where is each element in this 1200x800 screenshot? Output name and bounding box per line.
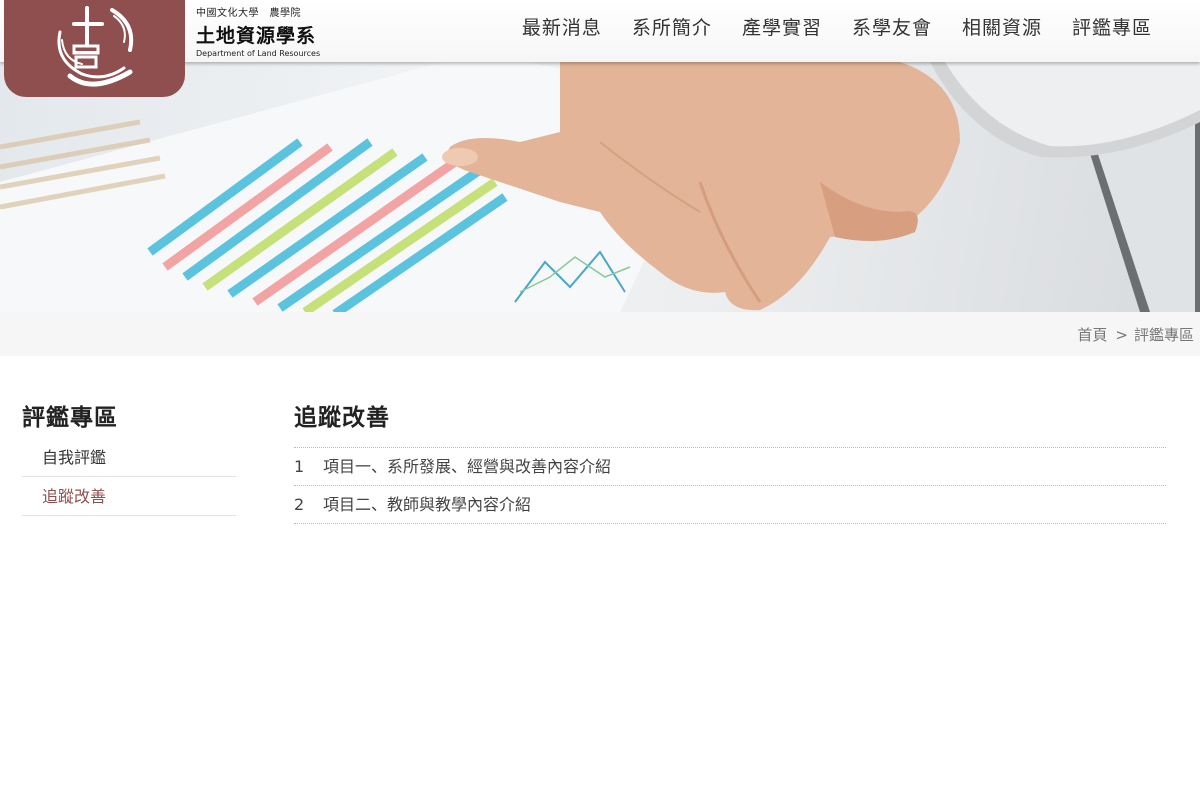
nav-internship[interactable]: 產學實習 [742,14,822,42]
brand-university-line: 中國文化大學 農學院 [196,8,301,19]
breadcrumb-bar: 首頁 > 評鑑專區 [0,312,1200,356]
nav-student-association[interactable]: 系學友會 [852,14,932,42]
list-item[interactable]: 1 項目一、系所發展、經營與改善內容介紹 [294,448,1166,486]
main-content: 追蹤改善 1 項目一、系所發展、經營與改善內容介紹 2 項目二、教師與教學內容介… [294,398,1166,524]
main-nav: 最新消息 系所簡介 產學實習 系學友會 相關資源 評鑑專區 [492,14,1152,42]
sidebar: 評鑑專區 自我評鑑 追蹤改善 [22,398,236,516]
breadcrumb-separator: > [1115,326,1128,344]
list-item[interactable]: 2 項目二、教師與教學內容介紹 [294,486,1166,524]
logo-badge[interactable] [4,0,185,97]
sidebar-item-self-evaluation[interactable]: 自我評鑑 [22,438,236,477]
nav-news[interactable]: 最新消息 [522,14,602,42]
sidebar-item-follow-up[interactable]: 追蹤改善 [22,477,236,516]
list-item-link[interactable]: 項目一、系所發展、經營與改善內容介紹 [323,448,611,485]
department-seal-logo [57,6,134,87]
nav-evaluation[interactable]: 評鑑專區 [1072,14,1152,42]
breadcrumb: 首頁 > 評鑑專區 [1077,324,1194,345]
sidebar-title: 評鑑專區 [22,405,118,431]
brand-title: 土地資源學系 [196,25,317,47]
list-item-number: 2 [294,495,305,514]
page-title: 追蹤改善 [294,398,1166,448]
breadcrumb-home[interactable]: 首頁 [1077,326,1107,344]
breadcrumb-current[interactable]: 評鑑專區 [1134,326,1194,344]
chart-and-hand-photo [0,62,1200,312]
nav-about[interactable]: 系所簡介 [632,14,712,42]
nav-resources[interactable]: 相關資源 [962,14,1042,42]
list-item-number: 1 [294,457,305,476]
hero-banner [0,62,1200,312]
brand-block[interactable]: 中國文化大學 農學院 土地資源學系 Department of Land Res… [196,4,320,58]
brand-english-name: Department of Land Resources [196,49,321,58]
list-item-link[interactable]: 項目二、教師與教學內容介紹 [323,486,531,523]
